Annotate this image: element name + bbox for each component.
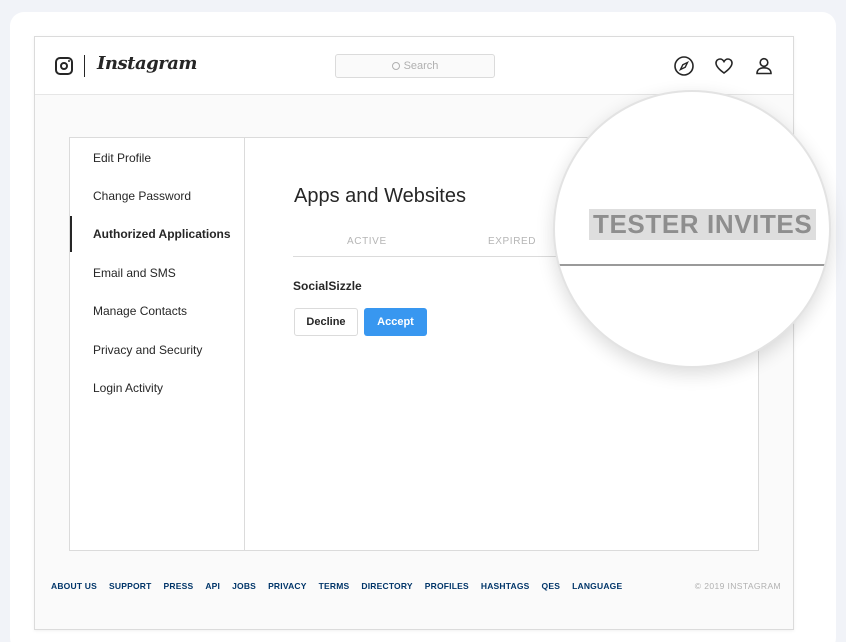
sidebar-item-manage-contacts[interactable]: Manage Contacts [70, 293, 244, 329]
search-icon [391, 62, 400, 70]
tab-active[interactable]: ACTIVE [347, 236, 387, 247]
accept-button[interactable]: Accept [364, 308, 427, 336]
search-input[interactable]: Search [335, 54, 495, 78]
tab-expired[interactable]: EXPIRED [488, 236, 536, 247]
page-title: Apps and Websites [294, 185, 466, 207]
footer-link-privacy[interactable]: PRIVACY [268, 581, 307, 591]
search-placeholder: Search [403, 60, 439, 72]
footer-link-qes[interactable]: QES [542, 581, 561, 591]
sidebar-item-edit-profile[interactable]: Edit Profile [70, 140, 244, 176]
compass-icon[interactable] [673, 55, 695, 77]
footer-link-press[interactable]: PRESS [164, 581, 194, 591]
footer-link-terms[interactable]: TERMS [319, 581, 350, 591]
copyright: © 2019 INSTAGRAM [694, 581, 781, 591]
instagram-wordmark[interactable]: Instagram [97, 53, 197, 74]
footer-link-language[interactable]: LANGUAGE [572, 581, 622, 591]
tab-tester-invites[interactable]: TESTER INVITES [589, 209, 817, 240]
logo-divider [84, 55, 85, 77]
sidebar-item-privacy-security[interactable]: Privacy and Security [70, 332, 244, 368]
sidebar-item-email-sms[interactable]: Email and SMS [70, 255, 244, 291]
sidebar-item-change-password[interactable]: Change Password [70, 178, 244, 214]
heart-icon[interactable] [713, 55, 735, 77]
decline-button[interactable]: Decline [294, 308, 358, 336]
footer-link-jobs[interactable]: JOBS [232, 581, 256, 591]
sidebar-item-login-activity[interactable]: Login Activity [70, 370, 244, 406]
footer-link-api[interactable]: API [205, 581, 220, 591]
footer-link-hashtags[interactable]: HASHTAGS [481, 581, 530, 591]
settings-sidebar: Edit Profile Change Password Authorized … [70, 138, 245, 550]
profile-icon[interactable] [753, 55, 775, 77]
sidebar-item-authorized-applications[interactable]: Authorized Applications [70, 216, 244, 252]
footer-link-profiles[interactable]: PROFILES [425, 581, 469, 591]
invite-app-name: SocialSizzle [293, 279, 362, 293]
footer-link-directory[interactable]: DIRECTORY [361, 581, 412, 591]
footer-link-support[interactable]: SUPPORT [109, 581, 152, 591]
tab-underline [555, 264, 829, 266]
footer-link-about-us[interactable]: ABOUT US [51, 581, 97, 591]
top-navigation-bar: Instagram Search [35, 37, 793, 95]
footer: ABOUT US SUPPORT PRESS API JOBS PRIVACY … [51, 581, 781, 591]
instagram-camera-icon[interactable] [55, 57, 73, 75]
magnifier-callout: TESTER INVITES [553, 90, 831, 368]
footer-links: ABOUT US SUPPORT PRESS API JOBS PRIVACY … [51, 581, 781, 591]
